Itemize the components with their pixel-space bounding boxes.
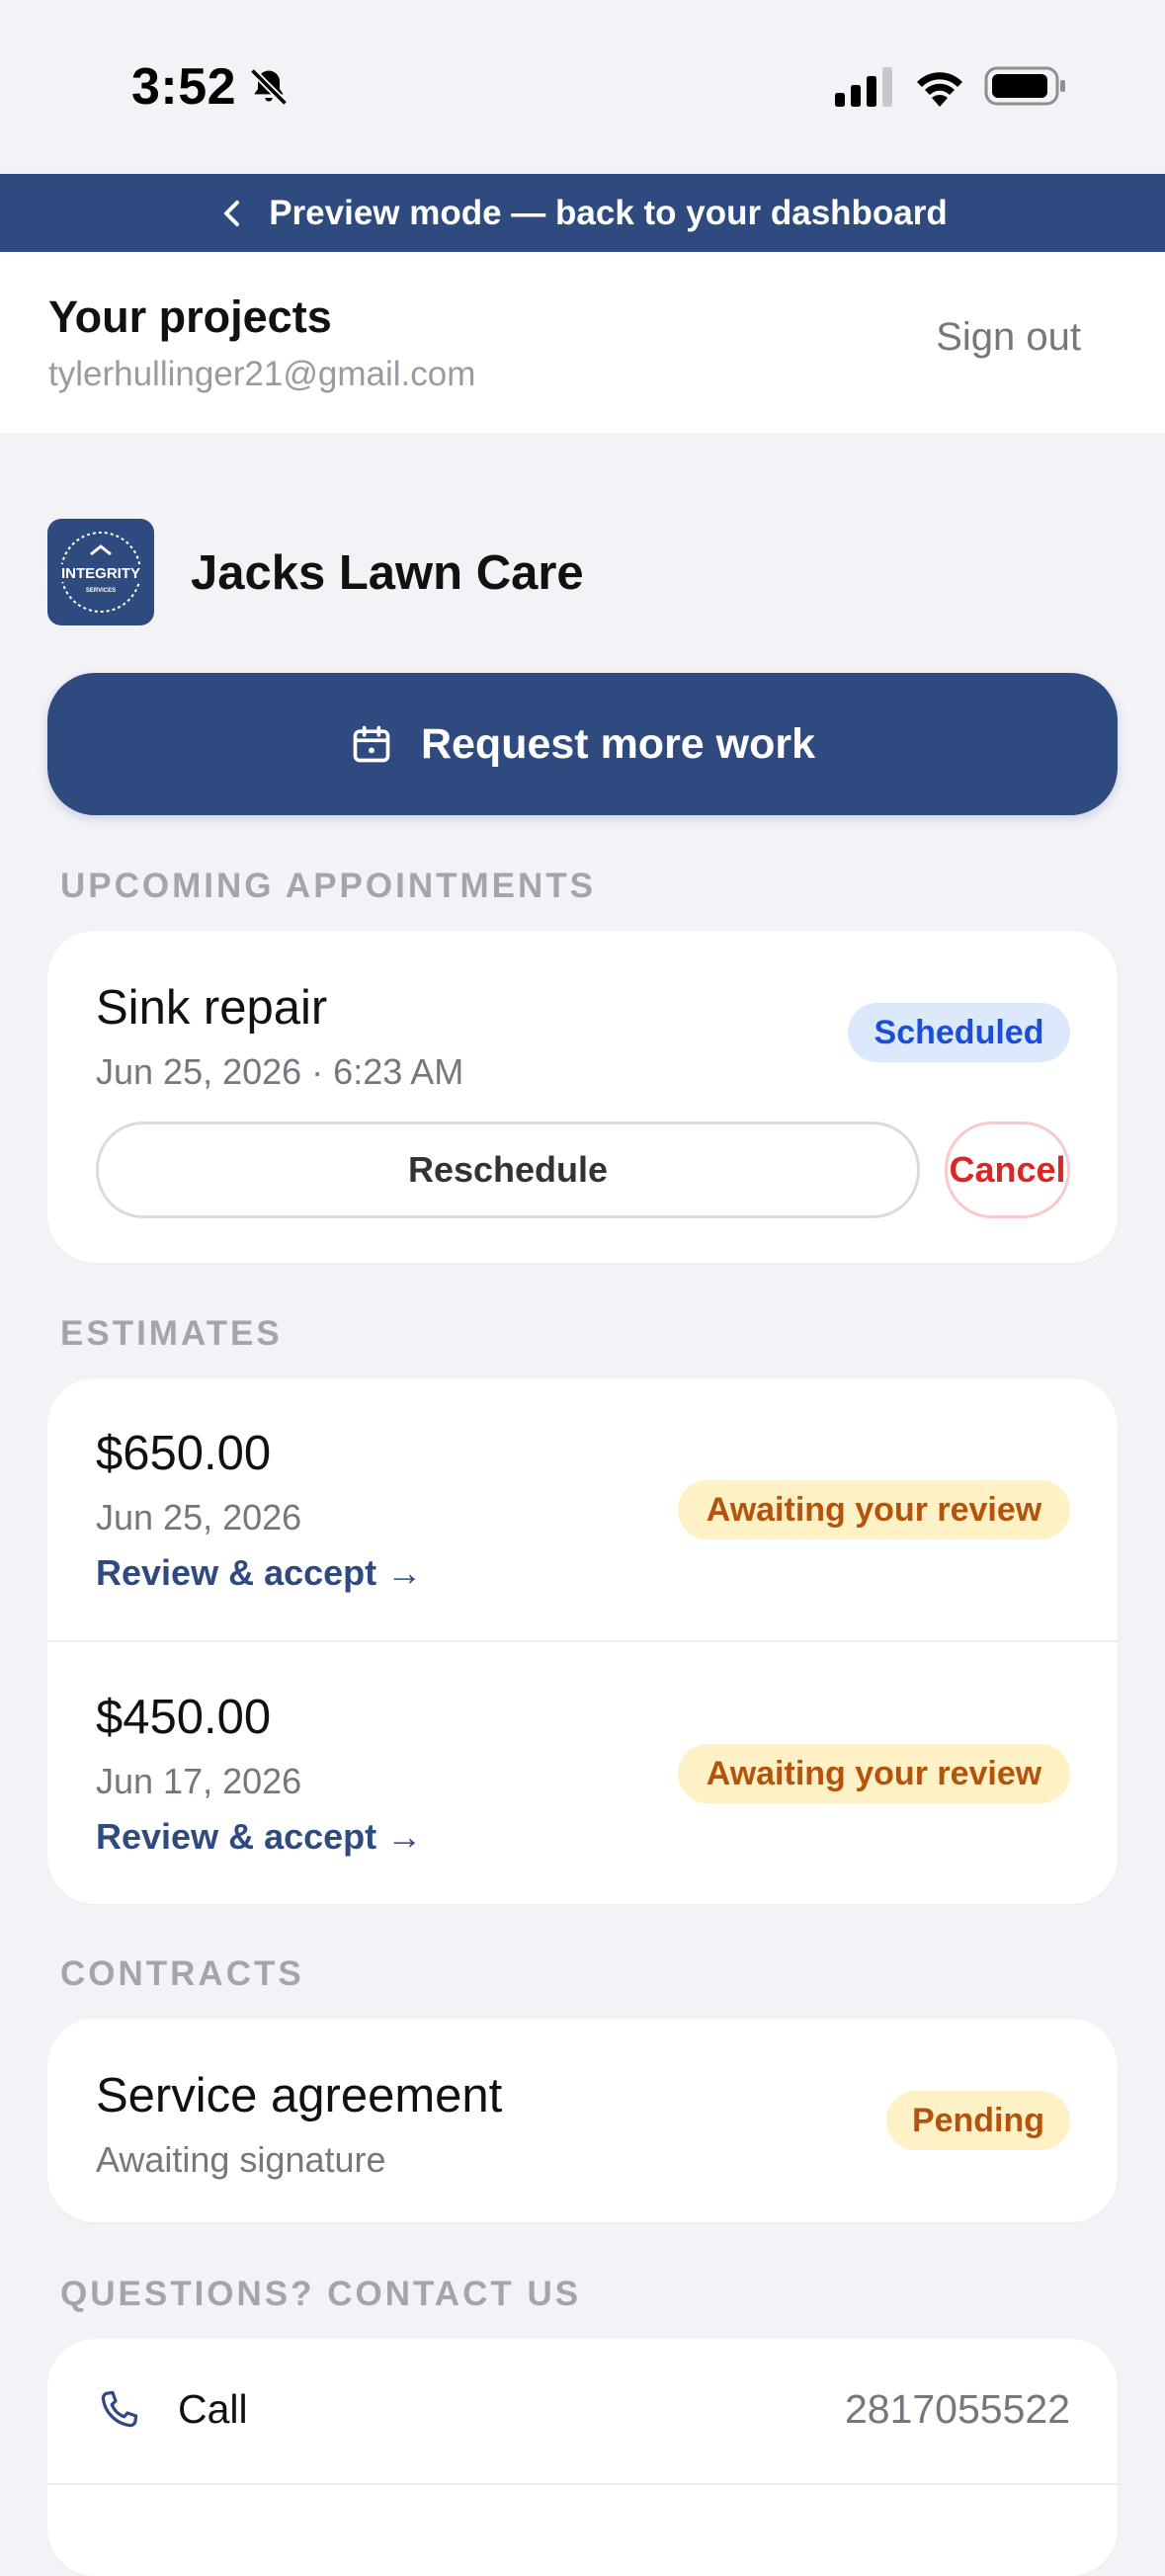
wifi-icon <box>917 72 962 107</box>
status-bar: 3:52 <box>0 0 1165 174</box>
divider <box>47 2483 1118 2485</box>
business-logo: INTEGRITY SERVICES <box>47 519 154 625</box>
battery-icon <box>984 66 1065 106</box>
appointment-datetime: Jun 25, 2026 · 6:23 AM <box>96 1051 464 1092</box>
cancel-button[interactable]: Cancel <box>945 1122 1070 1218</box>
status-badge: Awaiting your review <box>678 1480 1070 1539</box>
section-label-contact: QUESTIONS? CONTACT US <box>60 2275 582 2313</box>
sign-out-button[interactable]: Sign out <box>936 315 1081 360</box>
logo-subtext: SERVICES <box>86 588 116 594</box>
review-accept-link[interactable]: Review & accept → <box>96 1816 422 1858</box>
estimate-date: Jun 25, 2026 <box>96 1497 302 1537</box>
preview-banner-label: Preview mode — back to your dashboard <box>269 193 948 232</box>
review-accept-link[interactable]: Review & accept → <box>96 1552 422 1594</box>
business-name: Jacks Lawn Care <box>191 546 584 600</box>
status-badge: Awaiting your review <box>678 1744 1070 1803</box>
phone-icon <box>101 2390 138 2428</box>
contract-card[interactable]: Service agreement Awaiting signature Pen… <box>47 2019 1118 2222</box>
request-more-work-label: Request more work <box>420 719 816 768</box>
estimate-date: Jun 17, 2026 <box>96 1761 302 1801</box>
phone-number: 2817055522 <box>844 2386 1070 2432</box>
page-title: Your projects <box>48 291 332 342</box>
chevron-left-icon <box>224 200 240 226</box>
call-label: Call <box>178 2386 248 2432</box>
contact-card: Call 2817055522 <box>47 2339 1118 2576</box>
bell-slash-icon <box>249 67 289 107</box>
section-label-upcoming: UPCOMING APPOINTMENTS <box>60 867 596 905</box>
status-time: 3:52 <box>131 58 237 116</box>
preview-mode-banner[interactable]: Preview mode — back to your dashboard <box>0 174 1165 252</box>
page-header: Your projects tylerhullinger21@gmail.com… <box>0 252 1165 433</box>
estimates-card: $650.00 Jun 25, 2026 Review & accept → A… <box>47 1378 1118 1904</box>
estimate-row[interactable]: $450.00 Jun 17, 2026 Review & accept → A… <box>47 1642 1118 1905</box>
appointment-card[interactable]: Sink repair Jun 25, 2026 · 6:23 AM Sched… <box>47 931 1118 1263</box>
cellular-signal-icon <box>835 67 892 107</box>
logo-text: INTEGRITY <box>61 565 140 582</box>
status-badge: Pending <box>886 2091 1070 2150</box>
calendar-icon <box>353 725 390 763</box>
section-label-contracts: CONTRACTS <box>60 1954 304 1993</box>
section-label-estimates: ESTIMATES <box>60 1314 283 1353</box>
reschedule-button[interactable]: Reschedule <box>96 1122 920 1218</box>
contract-subtitle: Awaiting signature <box>96 2139 386 2180</box>
contract-title: Service agreement <box>96 2069 503 2122</box>
estimate-amount: $650.00 <box>96 1427 272 1480</box>
estimate-amount: $450.00 <box>96 1691 272 1744</box>
user-email: tylerhullinger21@gmail.com <box>48 355 476 393</box>
request-more-work-button[interactable]: Request more work <box>47 673 1118 815</box>
status-badge: Scheduled <box>848 1003 1070 1062</box>
appointment-title: Sink repair <box>96 981 328 1035</box>
estimate-row[interactable]: $650.00 Jun 25, 2026 Review & accept → A… <box>47 1378 1118 1641</box>
call-row[interactable]: Call 2817055522 <box>47 2339 1118 2483</box>
